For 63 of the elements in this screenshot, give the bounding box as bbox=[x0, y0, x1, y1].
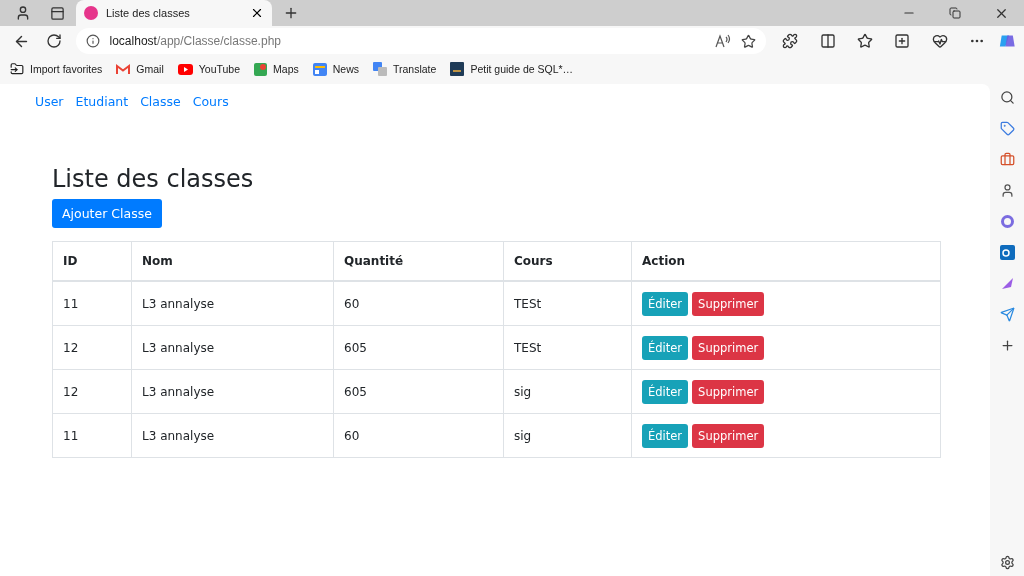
bookmark[interactable]: YouTube bbox=[177, 63, 241, 75]
column-header: Quantité bbox=[333, 241, 504, 281]
table-cell: L3 annalyse bbox=[131, 413, 334, 458]
table-cell: TESt bbox=[503, 325, 632, 370]
bookmark[interactable]: Maps bbox=[254, 62, 299, 76]
tag-icon[interactable] bbox=[999, 121, 1015, 136]
table-cell: sig bbox=[503, 413, 632, 458]
table-cell: 11 bbox=[52, 413, 132, 458]
delete-button[interactable]: Supprimer bbox=[692, 335, 765, 360]
column-header: Cours bbox=[503, 241, 632, 281]
read-aloud-icon[interactable] bbox=[714, 34, 731, 48]
bookmark[interactable]: Petit guide de SQL*… bbox=[450, 62, 574, 76]
table-cell: 12 bbox=[52, 369, 132, 414]
newspaper-icon bbox=[312, 62, 327, 76]
edit-button[interactable]: Éditer bbox=[642, 335, 689, 360]
column-header: Nom bbox=[131, 241, 334, 281]
table-cell: L3 annalyse bbox=[131, 325, 334, 370]
table-cell: L3 annalyse bbox=[131, 369, 334, 414]
nav-link[interactable]: Etudiant bbox=[75, 94, 129, 109]
add-icon[interactable] bbox=[999, 338, 1015, 353]
translate-icon bbox=[373, 62, 387, 76]
edit-button[interactable]: Éditer bbox=[642, 379, 689, 404]
add-button[interactable]: Ajouter Classe bbox=[52, 199, 162, 228]
briefcase-icon[interactable] bbox=[999, 152, 1015, 167]
search-icon[interactable] bbox=[999, 90, 1015, 105]
table-cell: TESt bbox=[503, 281, 632, 326]
mail-icon bbox=[116, 63, 131, 75]
info-icon[interactable] bbox=[85, 34, 100, 48]
table-cell: sig bbox=[503, 369, 632, 414]
bookmark[interactable]: Translate bbox=[373, 62, 437, 76]
bookmark[interactable]: Import favorites bbox=[10, 62, 103, 76]
bookmark[interactable]: Gmail bbox=[116, 63, 164, 75]
play-icon bbox=[177, 63, 193, 75]
page-title: Liste des classes bbox=[52, 165, 255, 193]
table-cell: 605 bbox=[333, 325, 504, 370]
table-cell: 60 bbox=[333, 413, 504, 458]
delete-button[interactable]: Supprimer bbox=[692, 379, 765, 404]
ring-icon[interactable] bbox=[999, 214, 1015, 229]
table-cell: 11 bbox=[52, 281, 132, 326]
bookmark[interactable]: News bbox=[312, 62, 359, 76]
map-pin-icon bbox=[254, 62, 268, 76]
table-cell: 605 bbox=[333, 369, 504, 414]
delete-button[interactable]: Supprimer bbox=[692, 423, 765, 448]
settings-icon[interactable] bbox=[999, 555, 1015, 570]
column-header: ID bbox=[52, 241, 132, 281]
column-header: Action bbox=[631, 241, 941, 281]
nav-link[interactable]: Classe bbox=[140, 94, 181, 109]
send-icon[interactable] bbox=[999, 307, 1015, 322]
table-cell: L3 annalyse bbox=[131, 281, 334, 326]
edit-button[interactable]: Éditer bbox=[642, 291, 689, 316]
close-icon[interactable] bbox=[250, 6, 264, 20]
edit-button[interactable]: Éditer bbox=[642, 423, 689, 448]
address-bar[interactable]: localhost/app/Classe/classe.php bbox=[75, 28, 766, 54]
nav-link[interactable]: Cours bbox=[192, 94, 229, 109]
nav-link[interactable]: User bbox=[35, 94, 64, 109]
delete-button[interactable]: Supprimer bbox=[692, 291, 765, 316]
table-cell: 60 bbox=[333, 281, 504, 326]
star-icon[interactable] bbox=[740, 33, 756, 49]
site-icon bbox=[84, 6, 98, 20]
mail-app-icon[interactable] bbox=[999, 245, 1015, 260]
table-cell: 12 bbox=[52, 325, 132, 370]
import-icon bbox=[10, 62, 24, 76]
browser-tab[interactable]: Liste des classes bbox=[76, 0, 272, 26]
